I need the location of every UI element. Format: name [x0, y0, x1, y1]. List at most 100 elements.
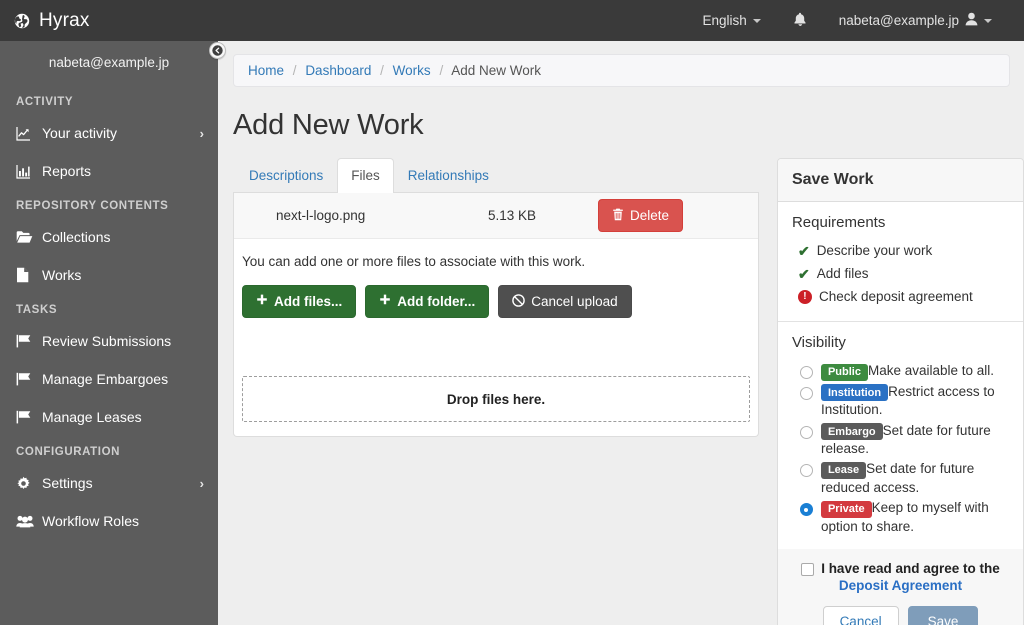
requirement-item: ✔ Describe your work — [798, 240, 1009, 263]
breadcrumb-separator: / — [439, 63, 444, 78]
sidebar-item-settings[interactable]: Settings › — [0, 464, 218, 502]
visibility-radio[interactable] — [799, 386, 813, 400]
visibility-title: Visibility — [791, 334, 846, 352]
cancel-button[interactable]: Cancel — [822, 606, 899, 625]
requirement-label: Describe your work — [816, 243, 933, 259]
save-button[interactable]: Save — [907, 606, 979, 625]
globe-icon — [14, 13, 30, 29]
sidebar-item-label: Works — [42, 267, 82, 283]
check-icon: ✔ — [797, 243, 810, 259]
users-icon — [16, 514, 42, 528]
sidebar-heading-configuration: CONFIGURATION — [16, 446, 121, 458]
sidebar-item-workflow-roles[interactable]: Workflow Roles — [0, 502, 218, 540]
sidebar-item-review-submissions[interactable]: Review Submissions — [0, 322, 218, 360]
tab-descriptions[interactable]: Descriptions — [235, 158, 337, 193]
ban-icon — [512, 294, 526, 310]
file-dropzone[interactable]: Drop files here. — [242, 376, 750, 423]
user-menu[interactable]: nabeta@example.jp — [823, 0, 1008, 41]
sidebar-item-label: Reports — [42, 163, 92, 179]
visibility-text: Lease Set date for future reduced access. — [820, 460, 1009, 497]
visibility-radio[interactable] — [799, 464, 813, 478]
sidebar-item-your-activity[interactable]: Your activity › — [0, 114, 218, 152]
dropzone-label: Drop files here. — [446, 391, 546, 407]
visibility-options: Public Make available to all. Institution R… — [792, 360, 1009, 536]
folder-open-icon — [16, 230, 42, 244]
check-icon: ✔ — [797, 266, 810, 282]
file-row: next-l-logo.png 5.13 KB Delete — [234, 192, 758, 239]
page-title: Add New Work — [233, 109, 424, 141]
sidebar-item-label: Workflow Roles — [42, 513, 139, 529]
form-column: Descriptions Files Relationships next-l-lo… — [233, 158, 759, 438]
visibility-option-embargo[interactable]: Embargo Set date for future release. — [792, 420, 1009, 459]
notifications-button[interactable] — [777, 0, 823, 41]
breadcrumb-item-dashboard[interactable]: Dashboard — [305, 63, 371, 78]
sidebar-collapse-toggle[interactable] — [209, 42, 226, 59]
breadcrumb-item-home[interactable]: Home — [248, 63, 284, 78]
sidebar: nabeta@example.jp ACTIVITY Your activity ›… — [0, 41, 218, 625]
flag-icon — [16, 410, 42, 424]
flag-icon — [16, 372, 42, 386]
chevron-right-icon: › — [199, 475, 204, 491]
file-actions: Add files... Add folder... Cancel upload — [234, 269, 758, 319]
visibility-badge: Embargo — [820, 423, 883, 441]
requirements-section: Requirements ✔ Describe your work ✔ Add fil… — [777, 202, 1023, 323]
sidebar-item-works[interactable]: Works — [0, 256, 218, 294]
visibility-radio[interactable] — [799, 366, 813, 380]
visibility-option-lease[interactable]: Lease Set date for future reduced access. — [792, 458, 1009, 497]
requirement-label: Add files — [816, 266, 869, 282]
cancel-upload-button[interactable]: Cancel upload — [498, 284, 632, 319]
visibility-description: Make available to all. — [867, 363, 995, 379]
sidebar-nav: ACTIVITY Your activity › Reports REPOSITORY … — [0, 86, 218, 540]
brand-logo[interactable]: Hyrax — [0, 10, 90, 32]
visibility-option-private[interactable]: Private Keep to myself with option to sha… — [792, 497, 1009, 536]
bell-icon — [793, 12, 807, 30]
visibility-radio[interactable] — [799, 425, 813, 439]
navbar-right: English nabeta@example.jp — [686, 0, 1024, 41]
file-size: 5.13 KB — [488, 207, 537, 223]
sidebar-item-reports[interactable]: Reports — [0, 152, 218, 190]
add-files-button[interactable]: Add files... — [242, 284, 357, 319]
tab-relationships[interactable]: Relationships — [394, 158, 503, 193]
sidebar-item-collections[interactable]: Collections — [0, 218, 218, 256]
visibility-badge: Private — [820, 500, 872, 518]
brand-label: Hyrax — [39, 9, 90, 31]
agreement-text: I have read and agree to the — [821, 561, 1000, 577]
file-list: next-l-logo.png 5.13 KB Delete — [234, 192, 758, 239]
visibility-text: Public Make available to all. — [820, 362, 1009, 381]
deposit-agreement-link[interactable]: Deposit Agreement — [792, 578, 1009, 593]
save-work-column: Save Work Requirements ✔ Describe your wo… — [776, 158, 1024, 625]
chevron-down-icon — [984, 18, 992, 23]
tab-files[interactable]: Files — [337, 158, 394, 193]
files-panel: next-l-logo.png 5.13 KB Delete You can add… — [233, 192, 759, 438]
visibility-option-public[interactable]: Public Make available to all. — [792, 360, 1009, 381]
user-email-label: nabeta@example.jp — [838, 13, 959, 28]
visibility-radio[interactable] — [799, 503, 813, 517]
bar-chart-icon — [16, 164, 42, 179]
sidebar-heading-repository-contents: REPOSITORY CONTENTS — [16, 200, 169, 212]
visibility-text: Private Keep to myself with option to sha… — [820, 499, 1009, 536]
sidebar-item-manage-embargoes[interactable]: Manage Embargoes — [0, 360, 218, 398]
content-columns: Descriptions Files Relationships next-l-lo… — [218, 158, 1024, 625]
chevron-right-icon: › — [199, 125, 204, 141]
button-label: Add folder... — [397, 293, 476, 309]
button-label: Add files... — [274, 293, 343, 309]
save-work-header: Save Work — [777, 159, 1023, 202]
main-content: Home / Dashboard / Works / Add New Work … — [218, 41, 1024, 625]
visibility-badge: Lease — [820, 461, 867, 480]
visibility-badge: Institution — [820, 384, 889, 402]
sidebar-item-manage-leases[interactable]: Manage Leases — [0, 398, 218, 436]
language-label: English — [702, 13, 747, 28]
language-selector[interactable]: English — [686, 0, 776, 41]
file-icon — [16, 267, 42, 283]
agreement-checkbox[interactable] — [801, 563, 815, 577]
chevron-down-icon — [752, 18, 761, 23]
app-root: Hyrax English nabeta@example.jp nabeta@e… — [0, 0, 1024, 625]
requirement-item: ! Check deposit agreement — [797, 286, 1009, 308]
button-label: Cancel upload — [531, 293, 618, 309]
add-folder-button[interactable]: Add folder... — [365, 284, 490, 319]
breadcrumb-item-works[interactable]: Works — [393, 63, 431, 78]
visibility-option-institution[interactable]: Institution Restrict access to Institutio… — [792, 381, 1009, 420]
delete-file-button[interactable]: Delete — [598, 198, 684, 233]
sidebar-item-label: Review Submissions — [42, 333, 172, 349]
breadcrumb: Home / Dashboard / Works / Add New Work — [233, 54, 1010, 87]
